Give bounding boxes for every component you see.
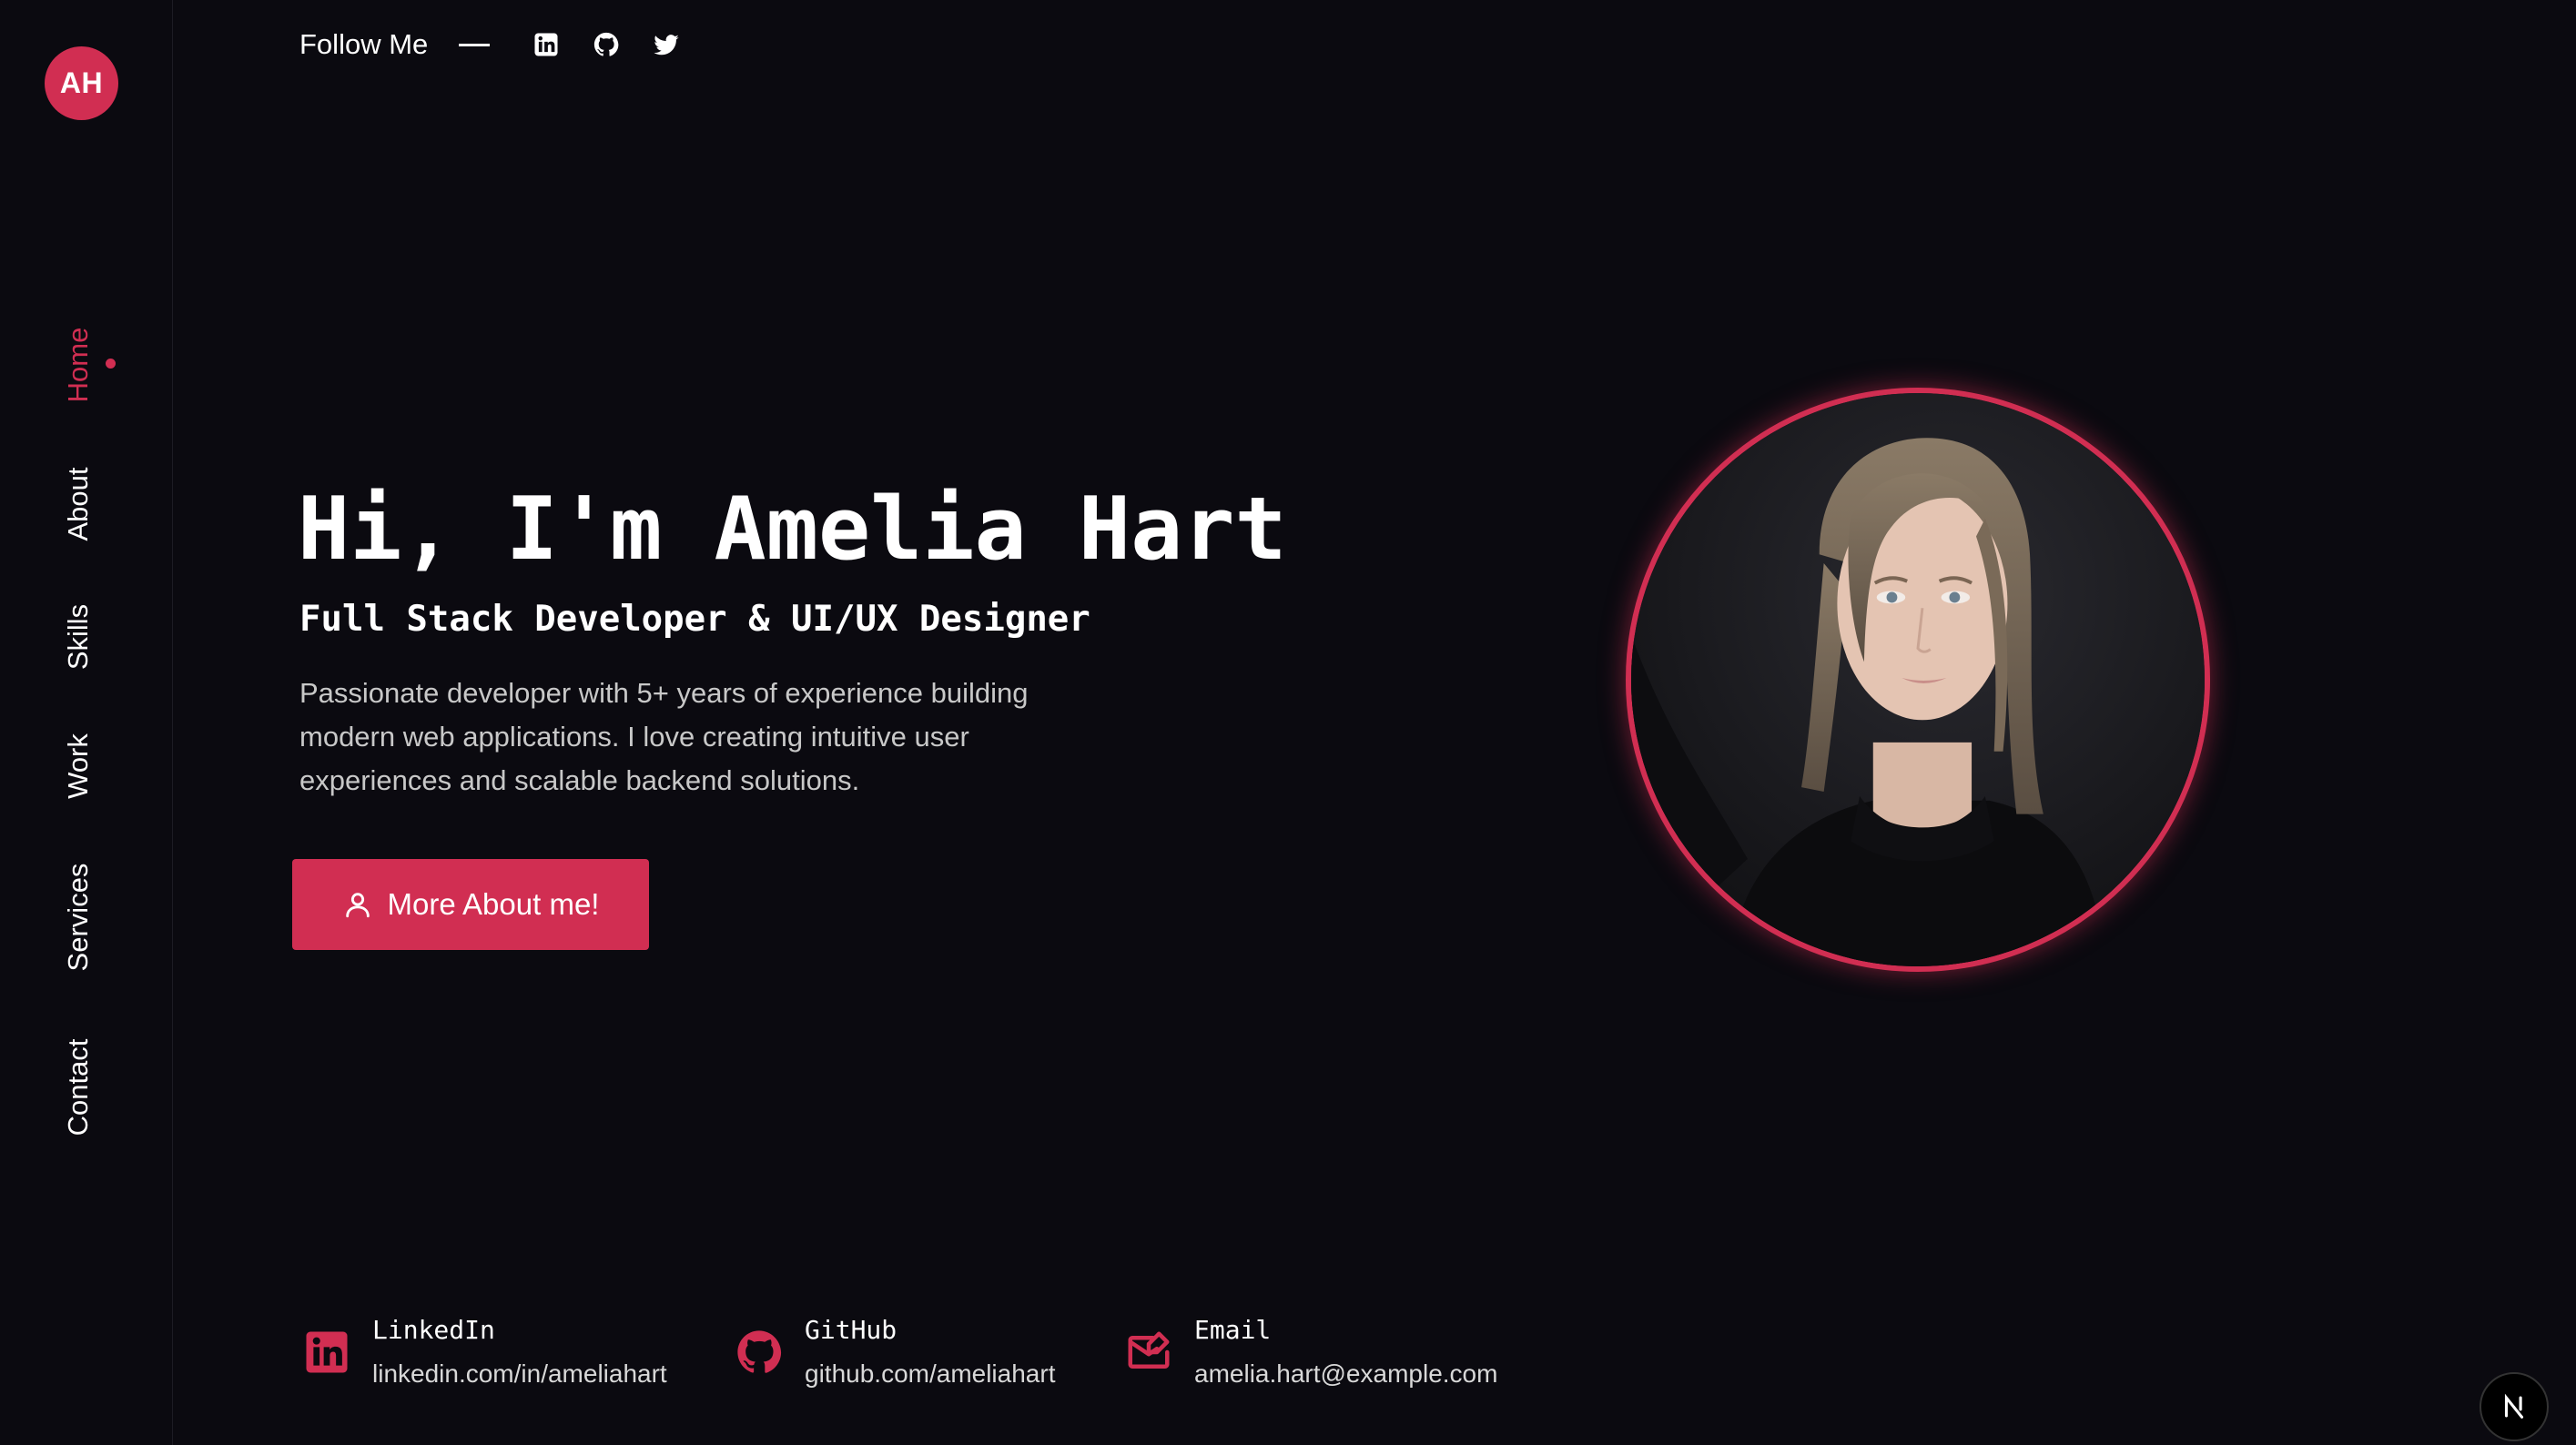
logo-initials: AH: [59, 66, 104, 99]
contact-linkedin-text: LinkedIn linkedin.com/in/ameliahart: [372, 1309, 667, 1396]
sidebar-item-home[interactable]: Home: [62, 328, 95, 403]
more-about-me-label: More About me!: [387, 887, 600, 921]
logo-avatar[interactable]: AH: [45, 46, 118, 120]
contact-title: LinkedIn: [372, 1315, 495, 1345]
follow-bar: Follow Me: [299, 20, 712, 69]
mail-icon: [1121, 1325, 1176, 1379]
contact-title: Email: [1194, 1315, 1272, 1345]
sidebar-item-contact[interactable]: Contact: [62, 1039, 95, 1137]
portfolio-page: AH Home About Skills Work Services Conta…: [0, 0, 2576, 1445]
contact-github[interactable]: GitHub github.com/ameliahart: [732, 1309, 1055, 1396]
sidebar-item-services[interactable]: Services: [62, 864, 95, 972]
contact-github-text: GitHub github.com/ameliahart: [805, 1309, 1055, 1396]
contact-email-text: Email amelia.hart@example.com: [1194, 1309, 1497, 1396]
profile-photo: [1626, 388, 2210, 972]
twitter-icon[interactable]: [652, 30, 681, 59]
contact-value: github.com/ameliahart: [805, 1359, 1056, 1388]
contact-value: linkedin.com/in/ameliahart: [372, 1359, 667, 1388]
nextjs-icon[interactable]: [2480, 1372, 2549, 1441]
github-icon[interactable]: [592, 30, 621, 59]
follow-divider: [459, 43, 491, 46]
active-indicator-dot: [106, 359, 116, 369]
follow-label: Follow Me: [299, 28, 429, 60]
linkedin-icon[interactable]: [532, 30, 561, 59]
linkedin-icon: [299, 1325, 354, 1379]
more-about-me-button[interactable]: More About me!: [292, 859, 649, 950]
hero-subtitle: Full Stack Developer & UI/UX Designer: [299, 599, 1090, 640]
sidebar-item-skills[interactable]: Skills: [62, 604, 95, 670]
github-icon: [732, 1325, 786, 1379]
sidebar-item-work[interactable]: Work: [62, 733, 95, 799]
contact-email[interactable]: Email amelia.hart@example.com: [1121, 1309, 1497, 1396]
hero-title: Hi, I'm Amelia Hart: [298, 480, 1287, 580]
hero-description: Passionate developer with 5+ years of ex…: [299, 677, 1029, 796]
contact-title: GitHub: [805, 1315, 898, 1345]
sidebar-item-about[interactable]: About: [62, 467, 95, 541]
contact-value: amelia.hart@example.com: [1194, 1359, 1498, 1388]
sidebar: AH Home About Skills Work Services Conta…: [0, 0, 173, 1445]
contact-linkedin[interactable]: LinkedIn linkedin.com/in/ameliahart: [299, 1309, 667, 1396]
user-icon: [342, 889, 373, 920]
